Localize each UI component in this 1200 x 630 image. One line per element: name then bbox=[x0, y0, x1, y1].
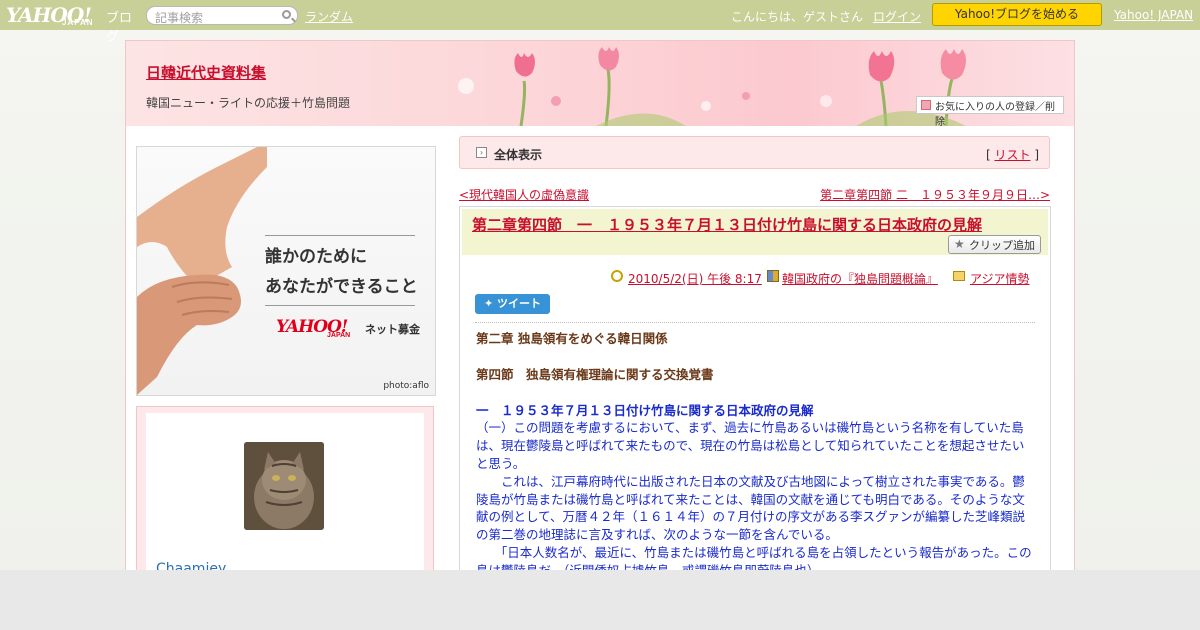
bracket-open: [ bbox=[985, 148, 991, 162]
divider bbox=[475, 322, 1035, 323]
arrow-icon: › bbox=[476, 147, 487, 158]
show-all-bar: › 全体表示 [ リスト ] bbox=[459, 136, 1050, 169]
random-link[interactable]: ランダム bbox=[305, 8, 353, 25]
banner-donate-label: ネット募金 bbox=[365, 323, 420, 336]
show-all-label: 全体表示 bbox=[494, 148, 543, 162]
category-link[interactable]: アジア情勢 bbox=[970, 270, 1030, 287]
handshake-illustration bbox=[137, 147, 267, 395]
greeting: こんにちは、ゲストさん bbox=[731, 10, 864, 24]
book-icon bbox=[767, 270, 779, 282]
yahoo-japan-link[interactable]: Yahoo! JAPAN bbox=[1114, 8, 1193, 22]
body-chapter: 第二章 独島領有をめぐる韓日関係 bbox=[476, 331, 668, 346]
profile-inner: Chaamiey bbox=[146, 413, 424, 570]
blog-title[interactable]: 日韓近代史資料集 bbox=[146, 62, 266, 83]
list-link[interactable]: リスト bbox=[994, 148, 1030, 162]
body-paragraph-1: （一）この問題を考慮するにおいて、まず、過去に竹島あるいは磯竹島という名称を有し… bbox=[476, 420, 1025, 471]
blog-frame: 日韓近代史資料集 韓国ニュー・ライトの応援＋竹島問題 お気に入りの人の登録／削除… bbox=[125, 40, 1075, 570]
star-icon: ★ bbox=[954, 237, 965, 251]
search-input[interactable]: 記事検索 bbox=[146, 6, 298, 25]
logo-sub: JAPAN bbox=[62, 18, 94, 27]
favorite-icon bbox=[921, 100, 931, 110]
list-link-wrap: [ リスト ] bbox=[986, 146, 1039, 163]
photo-credit: photo:aflo bbox=[383, 381, 429, 391]
article-header: 第二章第四節 一 １９５３年７月１３日付け竹島に関する日本政府の見解 ★ クリッ… bbox=[462, 209, 1048, 255]
body-heading: 一 １９５３年７月１３日付け竹島に関する日本政府の見解 bbox=[476, 402, 814, 418]
top-bar: YAHOO! JAPAN ブログ 記事検索 ランダム こんにちは、ゲストさん ロ… bbox=[0, 0, 1200, 45]
search-icon[interactable] bbox=[282, 10, 291, 19]
clock-icon bbox=[611, 270, 623, 282]
bracket-close: ] bbox=[1034, 148, 1039, 162]
login-link[interactable]: ログイン bbox=[873, 8, 921, 25]
tweet-label: ツイート bbox=[497, 297, 542, 310]
article-date-link[interactable]: 2010/5/2(日) 午後 8:17 bbox=[628, 270, 762, 287]
article: 第二章第四節 一 １９５３年７月１３日付け竹島に関する日本政府の見解 ★ クリッ… bbox=[459, 206, 1051, 570]
folder-icon bbox=[953, 271, 965, 281]
body-paragraph-2: これは、江戸幕府時代に出版された日本の文献及び古地図によって樹立された事実である… bbox=[476, 473, 1026, 543]
yahoo-blog-logo[interactable]: YAHOO! JAPAN ブログ bbox=[6, 3, 141, 45]
blog-subtitle: 韓国ニュー・ライトの応援＋竹島問題 bbox=[146, 96, 351, 110]
clip-add-button[interactable]: ★ クリップ追加 bbox=[948, 235, 1041, 254]
banner-divider-top bbox=[265, 235, 415, 236]
clip-label: クリップ追加 bbox=[969, 239, 1035, 252]
body-section: 第四節 独島領有権理論に関する交換覚書 bbox=[476, 366, 714, 382]
blog-header: 日韓近代史資料集 韓国ニュー・ライトの応援＋竹島問題 お気に入りの人の登録／削除 bbox=[126, 41, 1074, 126]
banner-line1: 誰かのために bbox=[265, 247, 367, 267]
search-placeholder: 記事検索 bbox=[155, 11, 204, 25]
banner-yahoo-logo-sub: JAPAN bbox=[327, 332, 351, 339]
cat-photo bbox=[244, 442, 324, 530]
favorite-register-button[interactable]: お気に入りの人の登録／削除 bbox=[916, 96, 1064, 126]
article-title[interactable]: 第二章第四節 一 １９５３年７月１３日付け竹島に関する日本政府の見解 bbox=[472, 214, 982, 235]
profile-box: Chaamiey bbox=[136, 406, 434, 570]
username-link[interactable]: Chaamiey bbox=[156, 561, 226, 570]
banner-line2: あなたができること bbox=[265, 277, 418, 297]
body-paragraph-3: 「日本人数名が、最近に、竹島または磯竹島と呼ばれる島を占領したという報告があった… bbox=[476, 544, 1032, 570]
prev-article-link[interactable]: <現代韓国人の虚偽意識 bbox=[459, 186, 589, 203]
book-link[interactable]: 韓国政府の『独島問題概論』 bbox=[782, 270, 938, 287]
next-article-link[interactable]: 第二章第四節 二 １９５３年９月９日…> bbox=[820, 186, 1050, 203]
start-blog-button[interactable]: Yahoo!ブログを始める bbox=[932, 3, 1102, 26]
twitter-bird-icon: ✦ bbox=[483, 297, 494, 310]
tweet-button[interactable]: ✦ ツイート bbox=[475, 294, 550, 314]
donation-banner[interactable]: 誰かのために あなたができること YAHOO! JAPAN ネット募金 phot… bbox=[136, 146, 436, 396]
banner-divider-bottom bbox=[265, 305, 415, 306]
avatar[interactable] bbox=[244, 442, 324, 530]
article-body: 第二章 独島領有をめぐる韓日関係 第四節 独島領有権理論に関する交換覚書 一 １… bbox=[476, 330, 1036, 570]
